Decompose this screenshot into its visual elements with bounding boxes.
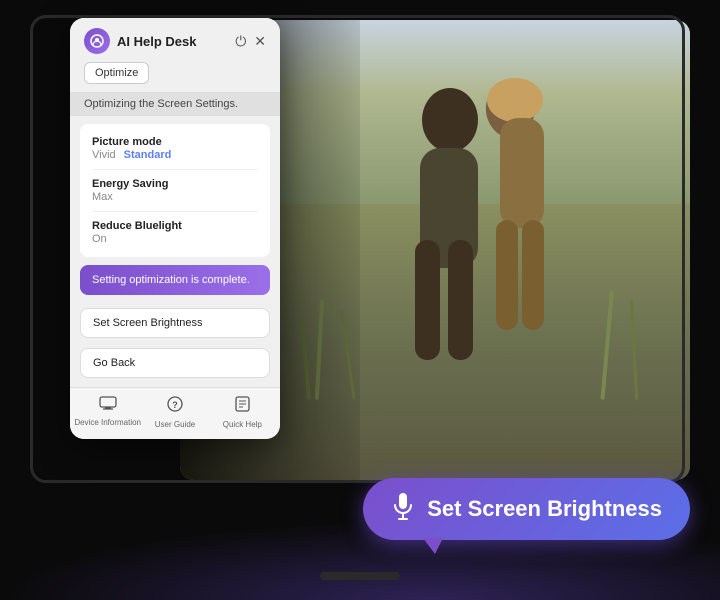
panel-header: AI Help Desk ⏻ ✕ <box>70 18 280 62</box>
setting-picture-mode: Picture mode Vivid Standard <box>92 132 258 165</box>
device-info-icon <box>99 396 117 415</box>
power-icon[interactable]: ⏻ <box>235 34 246 48</box>
optimize-button[interactable]: Optimize <box>84 62 149 84</box>
microphone-icon <box>391 492 415 526</box>
svg-text:?: ? <box>172 400 178 410</box>
panel-footer: Device Information ? User Guide Quick H <box>70 387 280 439</box>
close-icon[interactable]: ✕ <box>254 34 266 48</box>
reduce-bluelight-on: On <box>92 233 107 245</box>
energy-saving-max: Max <box>92 191 113 203</box>
settings-list: Picture mode Vivid Standard Energy Savin… <box>80 124 270 257</box>
set-screen-brightness-button[interactable]: Set Screen Brightness <box>80 308 270 338</box>
footer-device-info[interactable]: Device Information <box>74 396 141 429</box>
status-bar: Optimizing the Screen Settings. <box>70 92 280 116</box>
ai-avatar-icon <box>84 28 110 54</box>
speech-bubble: Set Screen Brightness <box>363 478 690 540</box>
user-guide-label: User Guide <box>155 420 195 429</box>
picture-mode-vivid: Vivid <box>92 149 116 161</box>
ai-help-desk-panel: AI Help Desk ⏻ ✕ Optimize Optimizing the… <box>70 18 280 439</box>
setting-reduce-bluelight-label: Reduce Bluelight <box>92 220 258 232</box>
device-info-label: Device Information <box>74 418 141 427</box>
panel-title: AI Help Desk <box>117 34 196 49</box>
setting-energy-saving-label: Energy Saving <box>92 178 258 190</box>
user-guide-icon: ? <box>167 396 183 417</box>
setting-picture-mode-label: Picture mode <box>92 136 258 148</box>
setting-reduce-bluelight: Reduce Bluelight On <box>92 216 258 249</box>
setting-energy-saving: Energy Saving Max <box>92 174 258 207</box>
tv-stand <box>320 572 400 580</box>
go-back-button[interactable]: Go Back <box>80 348 270 378</box>
speech-text: Set Screen Brightness <box>427 496 662 522</box>
success-message-bar: Setting optimization is complete. <box>80 265 270 295</box>
picture-mode-standard: Standard <box>124 149 172 161</box>
footer-quick-help[interactable]: Quick Help <box>209 396 276 429</box>
quick-help-label: Quick Help <box>223 420 262 429</box>
footer-user-guide[interactable]: ? User Guide <box>141 396 208 429</box>
quick-help-icon <box>235 396 250 417</box>
